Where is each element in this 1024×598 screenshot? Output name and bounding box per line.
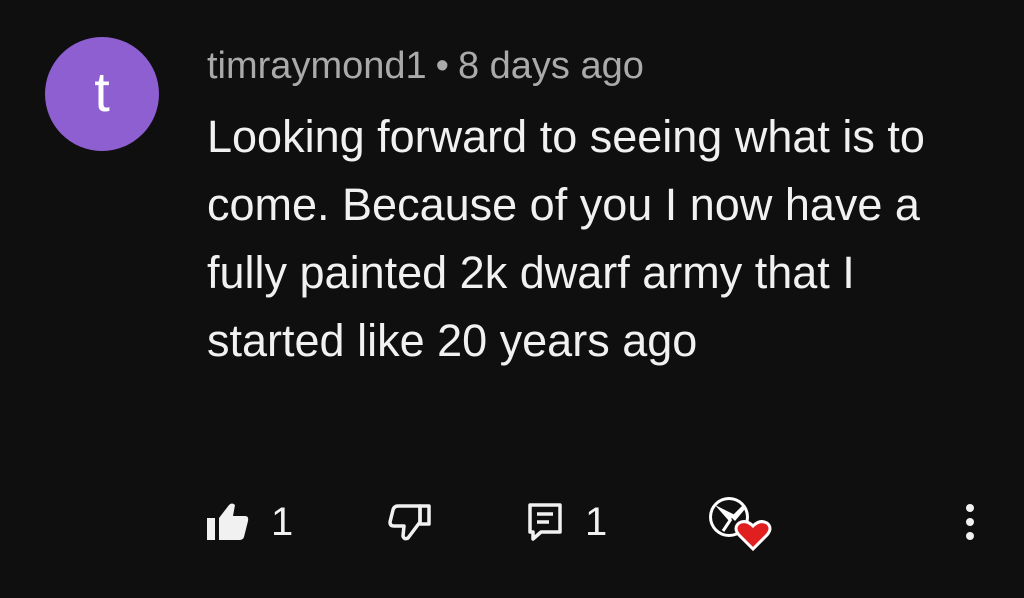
thumbs-down-icon: [388, 502, 432, 542]
action-bar: 1 1: [0, 490, 1024, 554]
dislike-button[interactable]: [388, 490, 432, 554]
comment-thread: t timraymond1 • 8 days ago Looking forward…: [0, 0, 1024, 598]
more-options-button[interactable]: [962, 490, 978, 554]
comment-text: Looking forward to seeing what is to com…: [207, 111, 925, 366]
comment-header: timraymond1 • 8 days ago: [207, 40, 644, 92]
meta-separator: •: [435, 45, 449, 87]
creator-heart-icon: [705, 491, 773, 553]
avatar[interactable]: t: [45, 37, 159, 151]
like-button[interactable]: 1: [207, 490, 293, 554]
more-vertical-icon: [962, 502, 978, 542]
reply-button[interactable]: 1: [527, 490, 607, 554]
creator-heart: [705, 490, 773, 554]
reply-count: 1: [585, 499, 608, 544]
timestamp[interactable]: 8 days ago: [458, 45, 644, 87]
author-name[interactable]: timraymond1: [207, 45, 427, 87]
thumbs-up-icon: [207, 502, 249, 542]
like-count: 1: [271, 499, 294, 544]
avatar-letter: t: [94, 60, 110, 123]
comment-reply-icon: [527, 502, 563, 542]
